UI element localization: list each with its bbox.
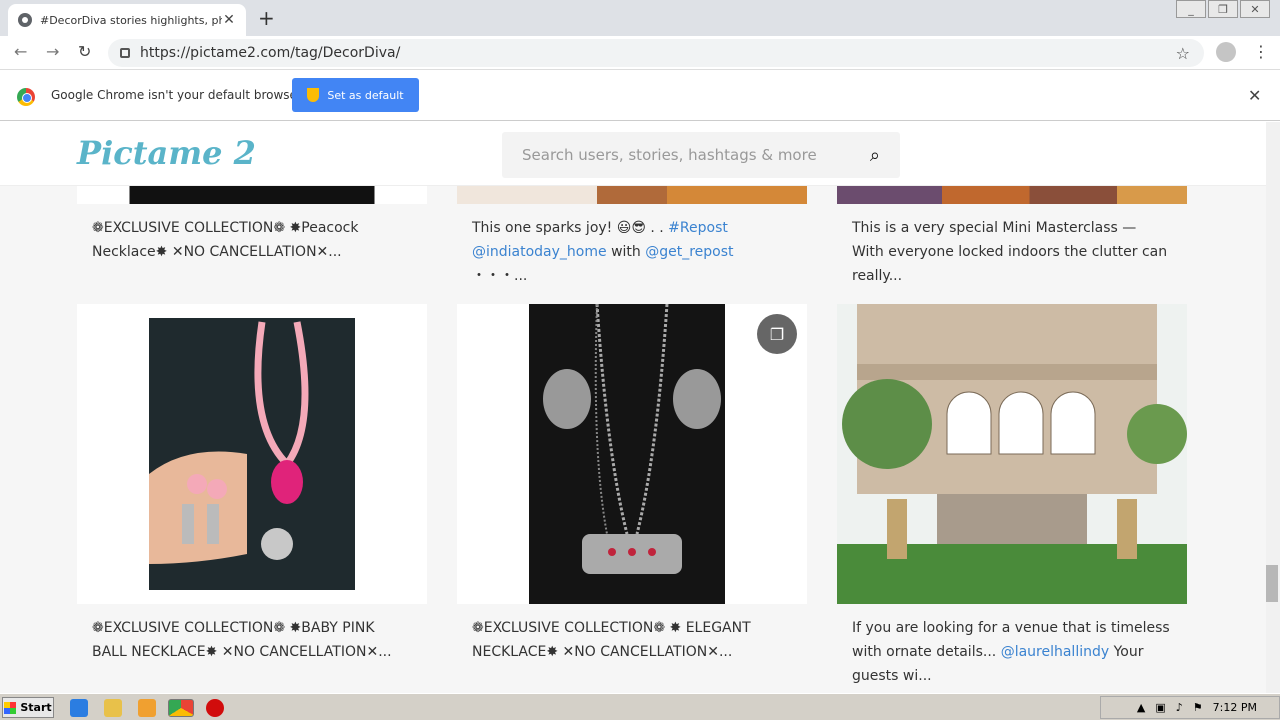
- profile-avatar-icon[interactable]: [1216, 42, 1236, 62]
- post-caption-5[interactable]: ❁EXCLUSIVE COLLECTION❁ ✸ ELEGANT NECKLAC…: [472, 616, 792, 664]
- post-caption-2[interactable]: This one sparks joy! 😃😎 . . #Repost @ind…: [472, 216, 792, 288]
- url-text: https://pictame2.com/tag/DecorDiva/: [140, 45, 401, 61]
- chrome-logo-icon: [17, 88, 35, 106]
- bookmark-star-icon[interactable]: ☆: [1176, 44, 1190, 63]
- site-favicon-icon: [18, 13, 32, 27]
- new-tab-button[interactable]: +: [258, 6, 275, 30]
- tab-title: #DecorDiva stories highlights, photo: [40, 13, 222, 27]
- get-repost-link[interactable]: @get_repost: [645, 244, 733, 260]
- chrome-menu-icon[interactable]: ⋮: [1253, 42, 1269, 61]
- post-caption-1[interactable]: ❁EXCLUSIVE COLLECTION❁ ✸Peacock Necklace…: [92, 216, 412, 264]
- browser-toolbar: ← → ↻ https://pictame2.com/tag/DecorDiva…: [0, 36, 1280, 70]
- network-icon[interactable]: ▣: [1155, 701, 1165, 714]
- clock[interactable]: 7:12 PM: [1213, 701, 1257, 714]
- browser-tab[interactable]: #DecorDiva stories highlights, photo ✕: [8, 4, 246, 36]
- elegant-necklace-photo: [457, 304, 807, 604]
- search-icon[interactable]: ⌕: [870, 145, 880, 166]
- windows-flag-icon: [4, 701, 17, 714]
- opera-icon[interactable]: [206, 699, 224, 717]
- shield-icon: [307, 88, 320, 102]
- os-taskbar: Start ▲ ▣ ♪ ⚑ 7:12 PM: [0, 693, 1280, 720]
- address-bar[interactable]: https://pictame2.com/tag/DecorDiva/ ☆: [108, 39, 1204, 67]
- post-card-4[interactable]: [77, 304, 427, 604]
- post-caption-3[interactable]: This is a very special Mini Masterclass …: [852, 216, 1172, 288]
- post-card-6[interactable]: [837, 304, 1187, 604]
- start-label: Start: [20, 701, 52, 714]
- post-card-5[interactable]: ❐: [457, 304, 807, 604]
- laurelhallindy-link[interactable]: @laurelhallindy: [1001, 644, 1109, 660]
- internet-explorer-icon[interactable]: [70, 699, 88, 717]
- set-as-default-button[interactable]: Set as default: [292, 78, 419, 112]
- flag-icon[interactable]: ⚑: [1193, 701, 1203, 714]
- close-window-icon[interactable]: ✕: [1240, 0, 1270, 18]
- restore-icon[interactable]: ❐: [1208, 0, 1238, 18]
- indiatoday-home-link[interactable]: @indiatoday_home: [472, 244, 607, 260]
- tray-arrow-icon[interactable]: ▲: [1137, 701, 1145, 714]
- scrollbar-thumb[interactable]: [1266, 565, 1278, 602]
- search-placeholder: Search users, stories, hashtags & more: [522, 146, 817, 164]
- infobar-message: Google Chrome isn't your default browser: [51, 88, 302, 102]
- page-scrollbar[interactable]: [1266, 122, 1280, 693]
- system-tray: ▲ ▣ ♪ ⚑ 7:12 PM: [1100, 696, 1280, 719]
- chrome-taskbar-icon[interactable]: [168, 699, 194, 717]
- close-tab-icon[interactable]: ✕: [222, 12, 236, 28]
- reload-icon[interactable]: ↻: [78, 42, 91, 61]
- default-browser-infobar: Google Chrome isn't your default browser…: [0, 71, 1280, 121]
- caption-text: ・・・...: [472, 268, 528, 284]
- back-arrow-icon[interactable]: ←: [14, 42, 27, 61]
- laurel-hall-venue-photo: [837, 304, 1187, 604]
- site-logo[interactable]: Pictame 2: [77, 134, 256, 172]
- post-caption-6[interactable]: If you are looking for a venue that is t…: [852, 616, 1172, 688]
- caption-text: This one sparks joy! 😃😎 . .: [472, 220, 669, 236]
- site-header: Pictame 2 Search users, stories, hashtag…: [0, 122, 1266, 186]
- start-button[interactable]: Start: [2, 697, 54, 718]
- volume-icon[interactable]: ♪: [1176, 701, 1183, 714]
- tab-strip: #DecorDiva stories highlights, photo ✕ +…: [0, 0, 1280, 36]
- post-image-6[interactable]: [837, 304, 1187, 604]
- forward-arrow-icon[interactable]: →: [46, 42, 59, 61]
- lock-icon: [120, 48, 130, 58]
- post-image-5[interactable]: [457, 304, 807, 604]
- minimize-icon[interactable]: _: [1176, 0, 1206, 18]
- page-content: ❁EXCLUSIVE COLLECTION❁ ✸Peacock Necklace…: [0, 122, 1266, 693]
- set-as-default-label: Set as default: [327, 88, 404, 102]
- caption-text: with: [606, 244, 646, 260]
- close-infobar-icon[interactable]: ✕: [1248, 86, 1261, 105]
- repost-link[interactable]: #Repost: [668, 220, 728, 236]
- window-controls: _ ❐ ✕: [1174, 0, 1270, 18]
- carousel-multiple-icon: ❐: [757, 314, 797, 354]
- file-explorer-icon[interactable]: [104, 699, 122, 717]
- media-player-icon[interactable]: [138, 699, 156, 717]
- post-caption-4[interactable]: ❁EXCLUSIVE COLLECTION❁ ✸BABY PINK BALL N…: [92, 616, 412, 664]
- search-input[interactable]: Search users, stories, hashtags & more ⌕: [502, 132, 900, 178]
- post-image-4[interactable]: [77, 304, 427, 604]
- pink-necklace-photo: [77, 304, 427, 604]
